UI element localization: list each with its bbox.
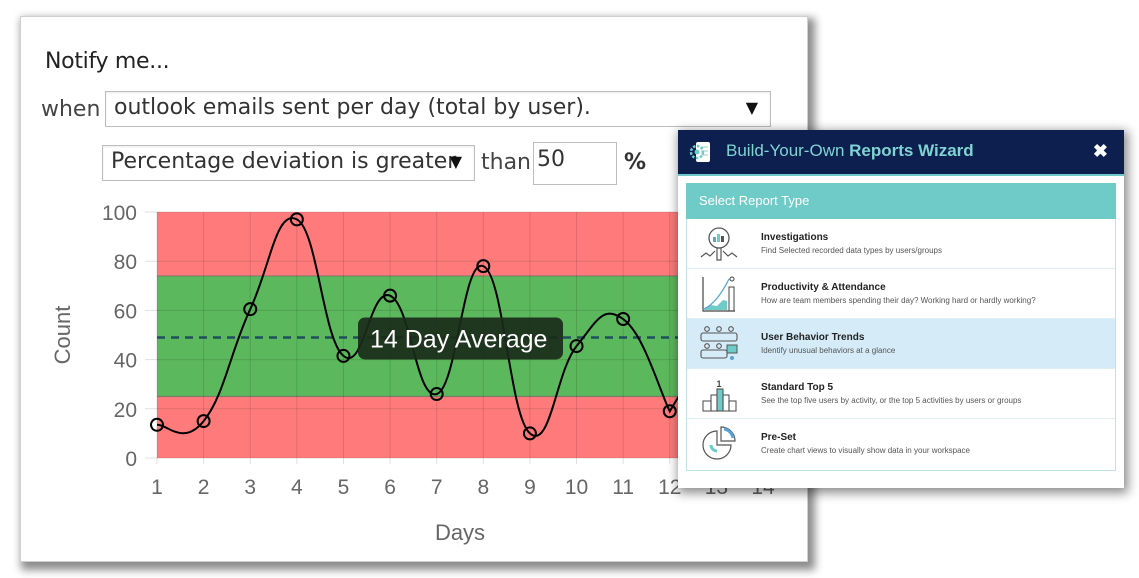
item-description: Identify unusual behaviors at a glance	[761, 346, 896, 355]
x-tick-label: 4	[291, 476, 303, 499]
x-tick-label: 3	[244, 476, 256, 499]
user-group-icon	[700, 326, 738, 360]
x-tick-label: 10	[565, 476, 588, 499]
reports-wizard-modal: Build-Your-Own Reports Wizard ✖ Select R…	[678, 130, 1124, 488]
report-type-pre-set[interactable]: Pre-Set Create chart views to visually s…	[687, 419, 1115, 469]
report-type-standard-top-5[interactable]: 1 Standard Top 5 See the top five users …	[687, 369, 1115, 419]
report-type-list: Investigations Find Selected recorded da…	[686, 219, 1116, 471]
x-tick-label: 8	[477, 476, 489, 499]
y-tick-label: 80	[114, 251, 137, 274]
average-label: 14 Day Average	[358, 317, 563, 360]
report-type-user-behavior-trends[interactable]: User Behavior Trends Identify unusual be…	[687, 319, 1115, 369]
item-description: Create chart views to visually show data…	[761, 446, 970, 455]
y-tick-label: 60	[114, 300, 137, 323]
item-title: Productivity & Attendance	[761, 282, 886, 293]
x-tick-label: 2	[198, 476, 210, 499]
modal-title: Build-Your-Own Reports Wizard	[726, 141, 974, 161]
modal-header: Build-Your-Own Reports Wizard ✖	[678, 130, 1124, 176]
item-title: Standard Top 5	[761, 382, 834, 393]
section-header: Select Report Type	[686, 183, 1116, 219]
y-axis-label: Count	[50, 306, 75, 365]
close-icon[interactable]: ✖	[1093, 141, 1108, 162]
x-tick-label: 1	[151, 476, 163, 499]
modal-title-regular: Build-Your-Own	[726, 141, 850, 160]
item-title: User Behavior Trends	[761, 332, 865, 343]
item-description: How are team members spending their day?…	[761, 296, 1036, 305]
item-description: Find Selected recorded data types by use…	[761, 246, 942, 255]
x-axis-label: Days	[435, 520, 485, 545]
magnifier-chart-icon	[700, 227, 738, 261]
report-gear-icon	[689, 142, 710, 162]
item-title: Pre-Set	[761, 432, 797, 443]
x-tick-label: 9	[524, 476, 536, 499]
x-tick-label: 11	[612, 476, 634, 499]
report-type-productivity[interactable]: Productivity & Attendance How are team m…	[687, 269, 1115, 319]
x-tick-label: 5	[338, 476, 350, 499]
band-upper-alert	[157, 212, 763, 276]
x-tick-label: 6	[384, 476, 396, 499]
y-tick-label: 100	[102, 202, 137, 225]
pie-chart-icon	[702, 426, 736, 460]
y-tick-label: 40	[114, 350, 137, 373]
y-tick-label: 20	[114, 399, 137, 422]
report-type-investigations[interactable]: Investigations Find Selected recorded da…	[687, 219, 1115, 269]
item-title: Investigations	[761, 232, 829, 243]
y-tick-label: 0	[125, 448, 137, 471]
average-label-text: 14 Day Average	[370, 325, 547, 353]
growth-chart-ladder-icon	[702, 276, 735, 312]
svg-text:1: 1	[716, 379, 721, 389]
modal-title-bold: Reports Wizard	[849, 141, 974, 160]
x-tick-label: 7	[431, 476, 443, 499]
item-description: See the top five users by activity, or t…	[761, 396, 1022, 405]
podium-icon: 1	[702, 379, 737, 412]
